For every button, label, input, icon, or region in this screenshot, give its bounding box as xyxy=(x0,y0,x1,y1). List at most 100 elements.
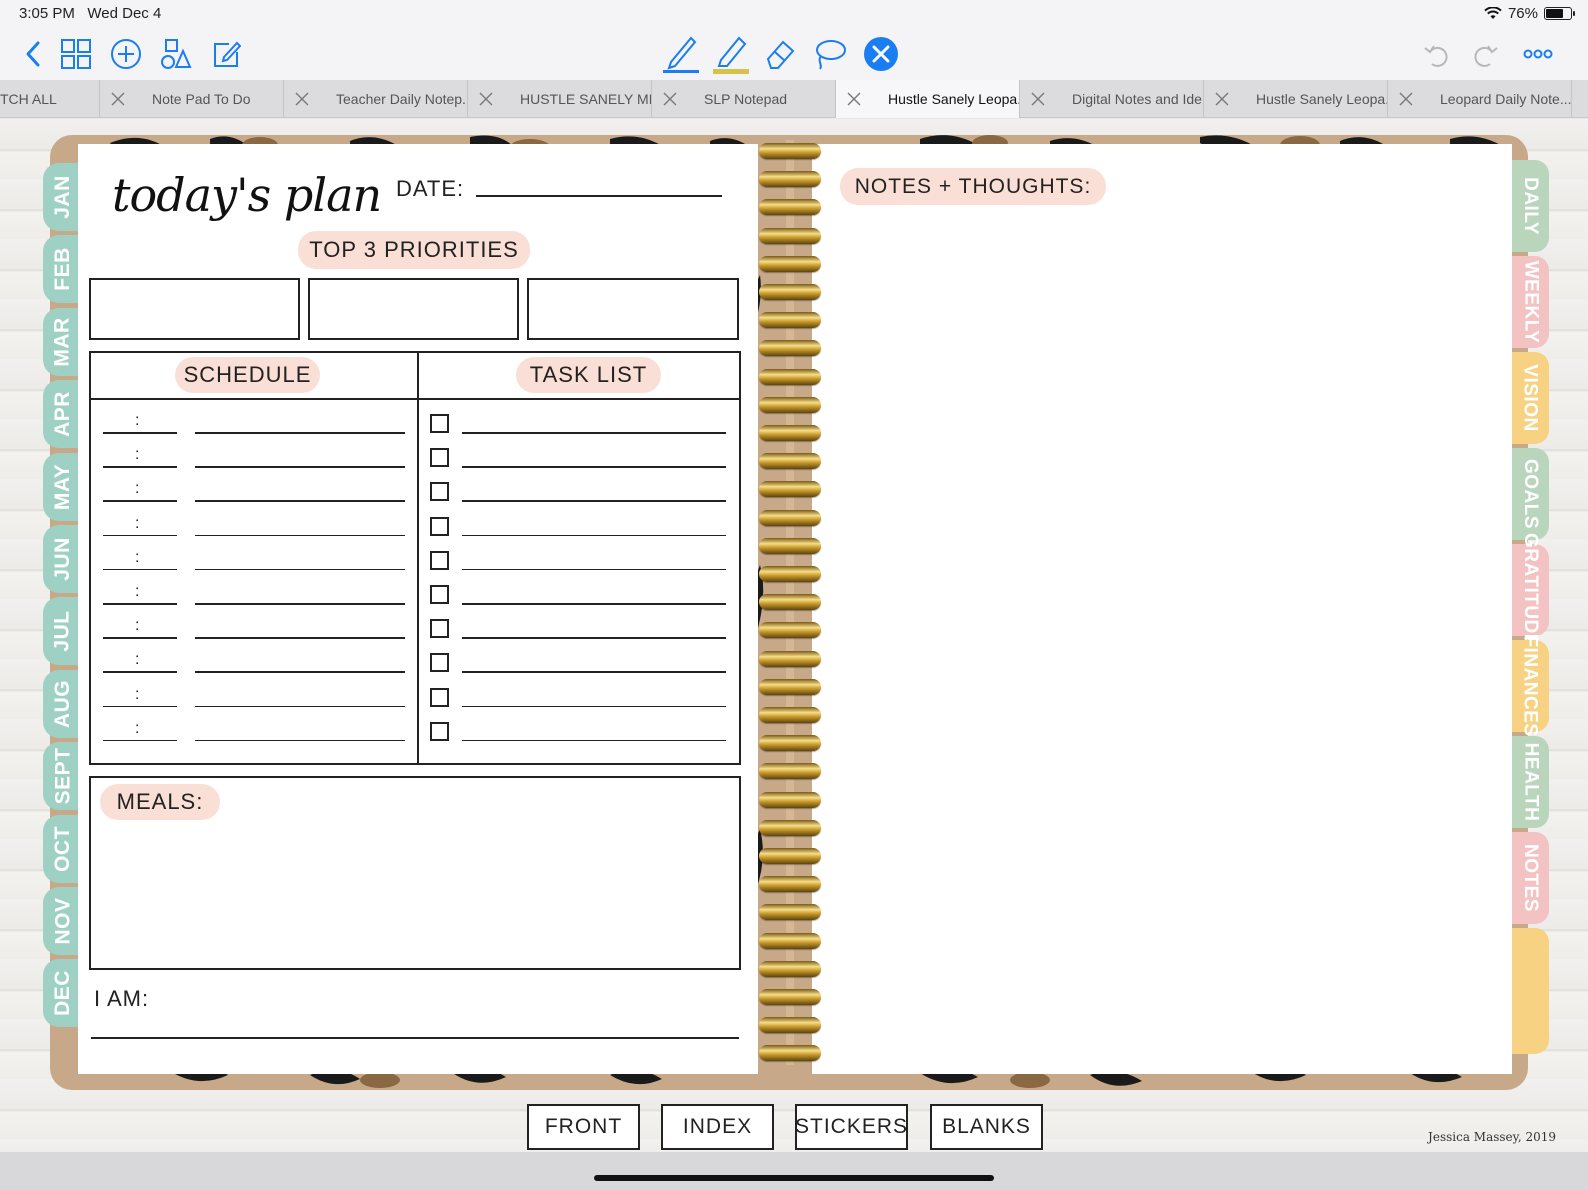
schedule-line[interactable] xyxy=(195,432,405,434)
schedule-line[interactable] xyxy=(195,637,405,639)
task-line[interactable] xyxy=(462,534,726,537)
priority-box-3[interactable] xyxy=(527,278,739,340)
task-line[interactable] xyxy=(462,671,726,673)
task-line[interactable] xyxy=(462,603,726,605)
close-tab-icon[interactable] xyxy=(478,91,494,107)
tab-0[interactable]: TCH ALL xyxy=(0,80,100,118)
task-checkbox[interactable] xyxy=(430,414,449,433)
thumbnails-grid-icon[interactable] xyxy=(56,34,96,74)
task-line[interactable] xyxy=(462,568,726,571)
bluetooth-pencil-icon[interactable] xyxy=(861,34,901,74)
section-tab-weekly[interactable]: WEEKLY xyxy=(1511,256,1549,348)
shapes-icon[interactable] xyxy=(156,34,196,74)
tab-2[interactable]: Teacher Daily Notep... xyxy=(284,80,468,118)
month-tab-apr[interactable]: APR xyxy=(43,380,83,449)
pen-tool-icon[interactable] xyxy=(660,34,702,74)
schedule-line[interactable] xyxy=(195,534,405,537)
date-line[interactable] xyxy=(476,195,722,197)
tab-3[interactable]: HUSTLE SANELY MI... xyxy=(468,80,652,118)
add-circle-icon[interactable] xyxy=(106,34,146,74)
close-tab-icon[interactable] xyxy=(846,91,862,107)
tab-1[interactable]: Note Pad To Do xyxy=(100,80,284,118)
task-checkbox[interactable] xyxy=(430,482,449,502)
task-line[interactable] xyxy=(462,739,726,742)
month-tab-sept[interactable]: SEPT xyxy=(43,742,83,811)
month-tab-aug[interactable]: AUG xyxy=(43,669,83,738)
schedule-line[interactable] xyxy=(195,671,405,673)
index-button[interactable]: INDEX xyxy=(661,1104,774,1150)
time-line[interactable] xyxy=(103,603,177,605)
section-tab-health[interactable]: HEALTH xyxy=(1511,736,1549,828)
close-tab-icon[interactable] xyxy=(110,91,126,107)
task-line[interactable] xyxy=(462,637,726,639)
redo-icon[interactable] xyxy=(1466,34,1506,74)
section-tab-goals[interactable]: GOALS xyxy=(1511,448,1549,540)
time-line[interactable] xyxy=(103,534,177,537)
tab-6[interactable]: Digital Notes and Ide... xyxy=(1020,80,1204,118)
section-tab-daily[interactable]: DAILY xyxy=(1511,160,1549,252)
task-checkbox[interactable] xyxy=(430,585,449,604)
task-line[interactable] xyxy=(462,500,726,502)
month-tab-mar[interactable]: MAR xyxy=(43,307,83,376)
front-button[interactable]: FRONT xyxy=(527,1104,640,1150)
schedule-line[interactable] xyxy=(195,568,405,571)
schedule-line[interactable] xyxy=(195,603,405,605)
month-tab-feb[interactable]: FEB xyxy=(43,235,83,304)
month-tab-nov[interactable]: NOV xyxy=(43,887,83,955)
time-line[interactable] xyxy=(103,432,177,434)
time-line[interactable] xyxy=(103,500,177,502)
eraser-tool-icon[interactable] xyxy=(760,34,800,74)
schedule-line[interactable] xyxy=(195,739,405,742)
tab-8[interactable]: Leopard Daily Note... xyxy=(1388,80,1572,118)
schedule-line[interactable] xyxy=(195,466,405,468)
close-tab-icon[interactable] xyxy=(1030,91,1046,107)
stickers-button[interactable]: STICKERS xyxy=(795,1104,908,1150)
month-tab-oct[interactable]: OCT xyxy=(43,814,83,883)
month-tab-jul[interactable]: JUL xyxy=(43,597,83,666)
section-tab-vision[interactable]: VISION xyxy=(1511,352,1549,444)
section-tab-finances[interactable]: FINANCES xyxy=(1511,635,1549,737)
section-tab-notes[interactable]: NOTES xyxy=(1511,832,1549,924)
i-am-line[interactable] xyxy=(91,1037,739,1039)
lasso-tool-icon[interactable] xyxy=(810,34,850,74)
time-line[interactable] xyxy=(103,705,177,708)
tab-7[interactable]: Hustle Sanely Leopa... xyxy=(1204,80,1388,118)
month-tab-dec[interactable]: DEC xyxy=(43,959,83,1028)
time-line[interactable] xyxy=(103,637,177,639)
tab-5[interactable]: Hustle Sanely Leopa... xyxy=(836,80,1020,118)
section-tab-gratitude[interactable]: GRATITUDE xyxy=(1511,533,1549,647)
priority-box-1[interactable] xyxy=(89,278,300,340)
task-line[interactable] xyxy=(462,466,726,468)
back-chevron-icon[interactable] xyxy=(14,34,54,74)
undo-icon[interactable] xyxy=(1416,34,1456,74)
more-icon[interactable] xyxy=(1518,34,1558,74)
close-tab-icon[interactable] xyxy=(1398,91,1414,107)
section-tab-blank[interactable] xyxy=(1511,928,1549,1054)
task-checkbox[interactable] xyxy=(430,687,449,707)
edit-compose-icon[interactable] xyxy=(206,34,246,74)
time-line[interactable] xyxy=(103,466,177,468)
close-tab-icon[interactable] xyxy=(1214,91,1230,107)
schedule-line[interactable] xyxy=(195,500,405,502)
schedule-line[interactable] xyxy=(195,705,405,708)
time-line[interactable] xyxy=(103,568,177,571)
task-line[interactable] xyxy=(462,432,726,434)
task-checkbox[interactable] xyxy=(430,448,449,468)
priority-box-2[interactable] xyxy=(308,278,519,340)
month-tab-jun[interactable]: JUN xyxy=(43,525,83,593)
month-tab-may[interactable]: MAY xyxy=(43,452,83,521)
time-line[interactable] xyxy=(103,671,177,673)
home-indicator[interactable] xyxy=(594,1175,994,1181)
highlighter-tool-icon[interactable] xyxy=(710,34,752,74)
task-checkbox[interactable] xyxy=(430,721,449,741)
tab-4[interactable]: SLP Notepad xyxy=(652,80,836,118)
time-line[interactable] xyxy=(103,739,177,742)
month-tab-jan[interactable]: JAN xyxy=(43,163,83,231)
task-checkbox[interactable] xyxy=(430,619,449,639)
close-tab-icon[interactable] xyxy=(662,91,678,107)
task-line[interactable] xyxy=(462,705,726,708)
task-checkbox[interactable] xyxy=(430,516,449,536)
task-checkbox[interactable] xyxy=(430,550,449,570)
task-checkbox[interactable] xyxy=(430,653,449,673)
close-tab-icon[interactable] xyxy=(294,91,310,107)
